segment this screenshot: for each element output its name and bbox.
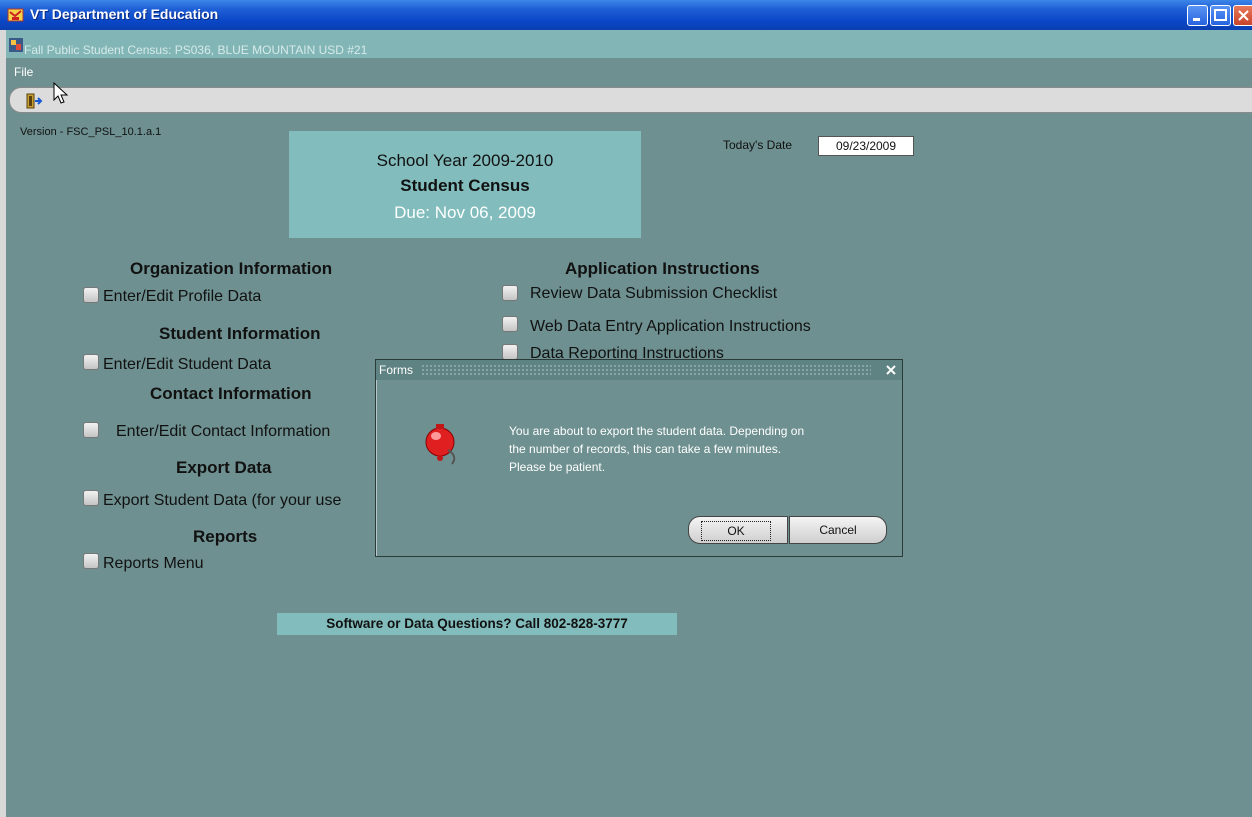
frame-border [0, 30, 6, 817]
census-banner: School Year 2009-2010 Student Census Due… [289, 131, 641, 238]
mouse-cursor-icon [53, 82, 69, 104]
checkbox-contact-info[interactable] [83, 422, 99, 438]
ok-button-label: OK [701, 521, 771, 541]
forms-dialog: Forms You are about to export the studen… [375, 359, 903, 557]
dialog-message-line: You are about to export the student data… [509, 424, 805, 438]
app-icon [7, 8, 24, 22]
heading-instructions: Application Instructions [565, 259, 760, 278]
due-date: Due: Nov 06, 2009 [394, 203, 536, 222]
dialog-close-button[interactable] [882, 361, 900, 379]
bell-icon [425, 424, 456, 465]
dialog-message: You are about to export the student data… [509, 422, 899, 476]
today-date-field[interactable]: 09/23/2009 [818, 136, 914, 156]
close-button[interactable] [1233, 5, 1252, 26]
ok-button[interactable]: OK [688, 516, 788, 544]
checkbox-profile-data[interactable] [83, 287, 99, 303]
menu-file[interactable]: File [14, 65, 33, 79]
dialog-message-line: the number of records, this can take a f… [509, 442, 782, 456]
label-profile-data[interactable]: Enter/Edit Profile Data [103, 288, 261, 306]
checkbox-export-data[interactable] [83, 490, 99, 506]
label-reports-menu[interactable]: Reports Menu [103, 555, 204, 573]
maximize-icon [1214, 9, 1227, 21]
label-student-data[interactable]: Enter/Edit Student Data [103, 356, 271, 374]
window-title: VT Department of Education [30, 6, 219, 22]
label-export-data[interactable]: Export Student Data (for your use [103, 492, 374, 510]
label-contact-info[interactable]: Enter/Edit Contact Information [116, 423, 330, 441]
checkbox-checklist[interactable] [502, 285, 518, 301]
help-banner: Software or Data Questions? Call 802-828… [277, 613, 677, 635]
heading-export: Export Data [176, 458, 272, 477]
application-window: VT Department of Education Fall Public S… [0, 0, 1252, 817]
heading-organization: Organization Information [130, 259, 333, 278]
dialog-title: Forms [379, 363, 413, 377]
cancel-button[interactable]: Cancel [789, 516, 887, 544]
forms-icon [9, 38, 23, 52]
close-icon [1238, 10, 1249, 21]
heading-reports: Reports [193, 527, 258, 546]
checkbox-student-data[interactable] [83, 354, 99, 370]
checkbox-reporting-instructions[interactable] [502, 344, 518, 360]
banner-title: Student Census [400, 176, 530, 195]
dialog-message-line: Please be patient. [509, 460, 606, 474]
label-checklist[interactable]: Review Data Submission Checklist [530, 285, 777, 303]
minimize-button[interactable] [1187, 5, 1208, 26]
toolbar [9, 87, 1252, 113]
dialog-titlebar[interactable]: Forms [376, 360, 902, 380]
checkbox-reports-menu[interactable] [83, 553, 99, 569]
form-title: Fall Public Student Census: PS036, BLUE … [24, 43, 368, 57]
checkbox-web-instructions[interactable] [502, 316, 518, 332]
version-label: Version - FSC_PSL_10.1.a.1 [20, 126, 162, 138]
heading-student: Student Information [159, 324, 321, 343]
window-titlebar[interactable]: VT Department of Education [0, 0, 1252, 30]
today-date-label: Today's Date [723, 138, 792, 152]
minimize-icon [1193, 18, 1200, 21]
label-web-instructions[interactable]: Web Data Entry Application Instructions [530, 318, 811, 336]
label-reporting-instructions[interactable]: Data Reporting Instructions [530, 345, 724, 359]
exit-icon[interactable] [26, 93, 44, 109]
dialog-titlebar-pattern [421, 364, 871, 376]
menu-bar: File [6, 58, 1252, 84]
heading-contact: Contact Information [150, 384, 312, 403]
close-icon [886, 365, 896, 375]
form-titlebar: Fall Public Student Census: PS036, BLUE … [6, 30, 1252, 58]
maximize-button[interactable] [1210, 5, 1231, 26]
school-year: School Year 2009-2010 [376, 151, 554, 170]
